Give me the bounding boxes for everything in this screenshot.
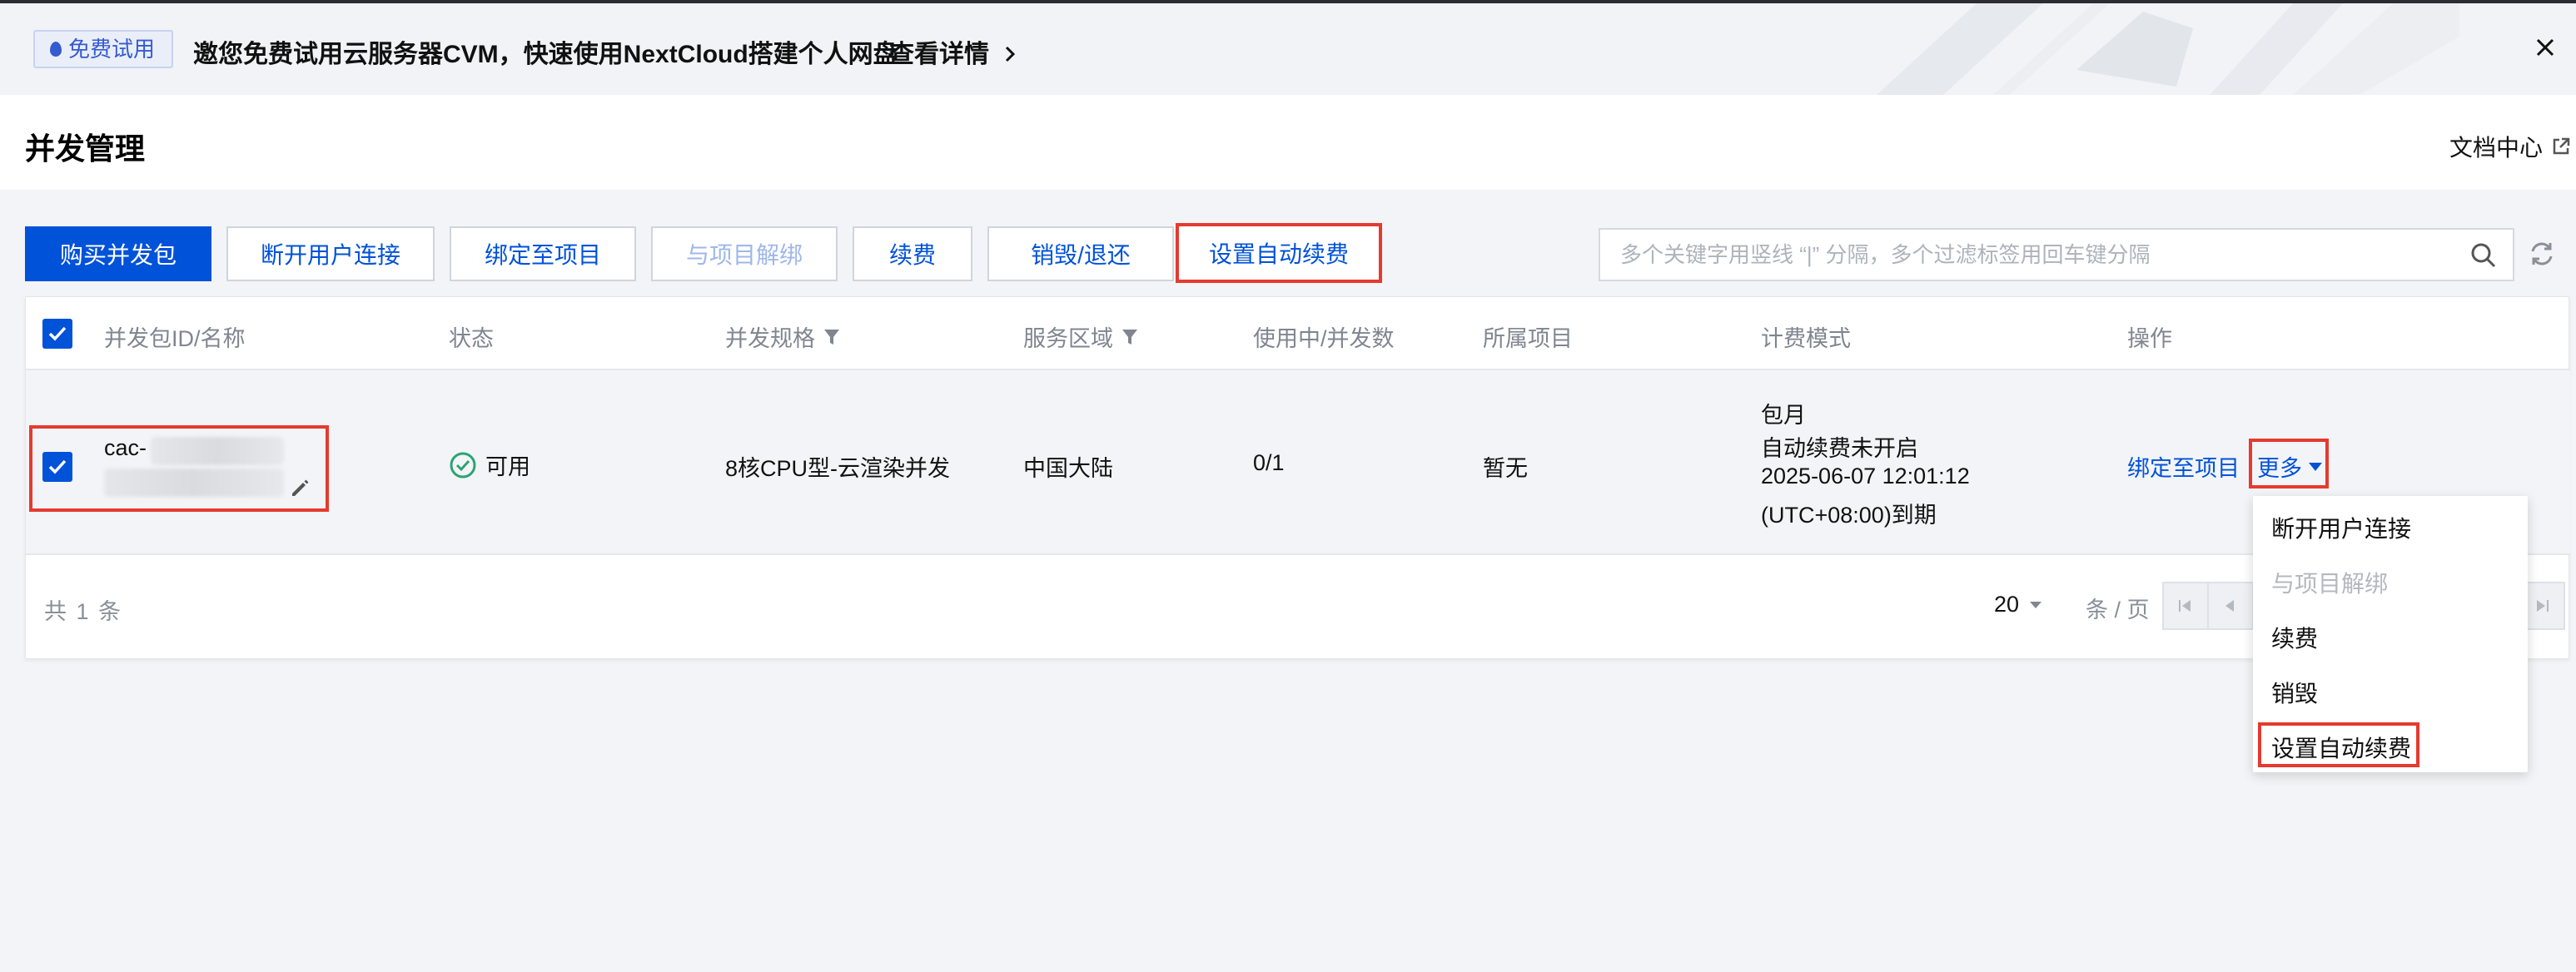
package-table: 并发包ID/名称 状态 并发规格 服务区域 使用中/并发数 所属项目 计费模式 … — [25, 296, 2570, 660]
filter-icon[interactable] — [1121, 328, 1138, 346]
spec-cell: 8核CPU型-云渲染并发 — [725, 456, 951, 481]
menu-item-destroy[interactable]: 销毁 — [2271, 676, 2318, 709]
destroy-return-button[interactable]: 销毁/退还 — [987, 226, 1174, 281]
column-header-status: 状态 — [449, 326, 494, 351]
billing-mode: 包月 — [1761, 403, 1806, 428]
more-actions-menu: 断开用户连接 与项目解绑 续费 销毁 设置自动续费 — [2253, 496, 2528, 772]
renew-button[interactable]: 续费 — [853, 226, 972, 281]
column-header-usage: 使用中/并发数 — [1253, 326, 1395, 351]
auto-renew-button[interactable]: 设置自动续费 — [1176, 223, 1382, 283]
column-header-id: 并发包ID/名称 — [104, 326, 246, 351]
column-header-region[interactable]: 服务区域 — [1023, 320, 1138, 353]
search-icon[interactable] — [2469, 241, 2498, 270]
more-dropdown-trigger[interactable]: 更多 — [2257, 450, 2324, 483]
page-size-value: 20 — [1994, 592, 2020, 617]
check-circle-icon — [450, 452, 476, 478]
row-bind-project-link[interactable]: 绑定至项目 — [2127, 450, 2240, 483]
buy-package-button[interactable]: 购买并发包 — [25, 226, 211, 281]
water-drop-icon — [50, 42, 62, 57]
status-text: 可用 — [485, 454, 530, 479]
refresh-icon[interactable] — [2528, 240, 2556, 268]
page-size-select[interactable]: 20 — [1994, 592, 2044, 617]
first-page-icon — [2179, 600, 2191, 612]
disconnect-users-button[interactable]: 断开用户连接 — [226, 226, 435, 281]
menu-item-auto-renew[interactable]: 设置自动续费 — [2271, 731, 2411, 764]
chevron-right-icon — [1006, 46, 1016, 62]
expiry-date: 2025-06-07 12:01:12 — [1761, 464, 1970, 488]
table-header: 并发包ID/名称 状态 并发规格 服务区域 使用中/并发数 所属项目 计费模式 … — [26, 297, 2570, 370]
first-page-button[interactable] — [2162, 582, 2209, 630]
banner-decoration — [1877, 3, 2459, 95]
page-title: 并发管理 — [25, 131, 146, 166]
doc-center-label: 文档中心 — [2449, 135, 2544, 161]
banner-message: 邀您免费试用云服务器CVM，快速使用NextCloud搭建个人网盘 — [193, 41, 898, 68]
unbind-project-button[interactable]: 与项目解绑 — [651, 226, 838, 281]
redacted-name — [104, 469, 284, 497]
free-trial-label: 免费试用 — [68, 37, 156, 62]
expiry-timezone: (UTC+08:00)到期 — [1761, 503, 1937, 528]
doc-center-link[interactable]: 文档中心 — [2449, 130, 2571, 163]
select-all-checkbox[interactable] — [42, 319, 72, 349]
view-details-label: 查看详情 — [889, 41, 989, 68]
promo-banner: 免费试用 邀您免费试用云服务器CVM，快速使用NextCloud搭建个人网盘 查… — [0, 3, 2576, 95]
caret-down-icon — [2030, 601, 2042, 608]
usage-cell: 0/1 — [1253, 450, 1285, 475]
column-header-project: 所属项目 — [1483, 326, 1573, 351]
view-details-link[interactable]: 查看详情 — [889, 33, 1019, 70]
total-count: 共 1 条 — [44, 599, 123, 624]
menu-item-disconnect[interactable]: 断开用户连接 — [2271, 511, 2411, 544]
region-cell: 中国大陆 — [1023, 456, 1113, 481]
table-footer: 共 1 条 20 条 / 页 — [26, 557, 2570, 660]
table-row: cac- 可用 8核CPU型-云渲染并发 中国大陆 0/1 暂无 包月 自动续费… — [26, 370, 2570, 555]
prev-page-icon — [2225, 600, 2234, 612]
row-checkbox[interactable] — [42, 452, 72, 482]
status-badge: 可用 — [449, 449, 530, 481]
per-page-label: 条 / 页 — [2086, 598, 2150, 622]
search-input[interactable] — [1600, 230, 2466, 280]
column-header-actions: 操作 — [2127, 326, 2172, 351]
page-header: 并发管理 文档中心 — [0, 95, 2576, 190]
edit-pencil-icon[interactable] — [287, 475, 312, 500]
column-header-billing: 计费模式 — [1761, 326, 1851, 351]
package-id[interactable]: cac- — [104, 435, 147, 461]
auto-renew-status: 自动续费未开启 — [1761, 436, 1918, 461]
column-header-spec[interactable]: 并发规格 — [725, 320, 840, 353]
more-label: 更多 — [2257, 456, 2302, 481]
prev-page-button[interactable] — [2207, 582, 2254, 630]
bind-project-button[interactable]: 绑定至项目 — [450, 226, 636, 281]
project-cell: 暂无 — [1483, 456, 1528, 481]
menu-item-unbind[interactable]: 与项目解绑 — [2271, 566, 2388, 599]
redacted-id — [151, 437, 284, 465]
free-trial-badge[interactable]: 免费试用 — [33, 30, 174, 68]
check-icon — [48, 459, 67, 474]
check-icon — [48, 326, 67, 341]
search-box — [1599, 228, 2514, 281]
caret-down-icon — [2309, 462, 2322, 471]
filter-icon[interactable] — [823, 328, 840, 346]
close-icon[interactable] — [2531, 33, 2559, 62]
menu-item-renew[interactable]: 续费 — [2271, 621, 2318, 654]
external-link-icon — [2553, 137, 2570, 155]
